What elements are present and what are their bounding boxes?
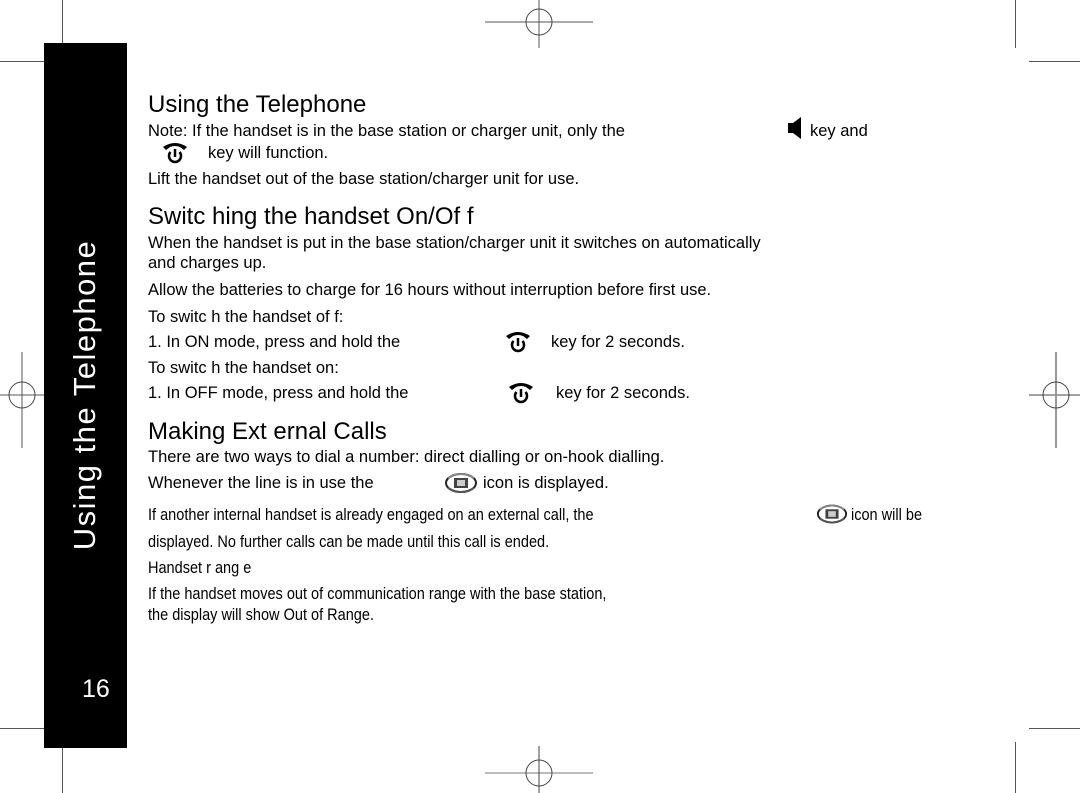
paragraph-tail: icon is displayed.	[483, 474, 609, 492]
lift-handset-text: Lift the handset out of the base station…	[148, 170, 580, 188]
crop-mark	[62, 0, 63, 48]
speaker-key-icon	[788, 117, 801, 139]
line-in-use-icon	[816, 504, 848, 524]
paragraph: the display will show Out of Range.	[148, 606, 374, 624]
registration-mark-left	[0, 352, 49, 448]
registration-mark-bottom	[485, 746, 593, 793]
page-number: 16	[82, 675, 110, 703]
paragraph: If the handset moves out of communicatio…	[148, 585, 607, 603]
end-call-power-key-icon	[509, 383, 533, 404]
crop-mark	[1029, 61, 1080, 62]
paragraph: If another internal handset is already e…	[148, 506, 594, 524]
note-text-key-function: key will function.	[208, 144, 329, 162]
note-text: Note: If the handset is in the base stat…	[148, 122, 625, 140]
crop-mark	[62, 743, 63, 793]
paragraph: When the handset is put in the base stat…	[148, 234, 761, 252]
crop-mark	[0, 61, 49, 62]
end-call-power-key-icon	[163, 143, 187, 164]
note-text-key-and: key and	[810, 122, 868, 140]
paragraph: There are two ways to dial a number: dir…	[148, 448, 665, 466]
paragraph: displayed. No further calls can be made …	[148, 533, 550, 551]
switch-on-label: To switc h the handset on:	[148, 359, 339, 377]
end-call-power-key-icon	[506, 332, 530, 353]
crop-mark	[1015, 0, 1016, 48]
paragraph: Allow the batteries to charge for 16 hou…	[148, 281, 712, 299]
crop-mark	[0, 728, 49, 729]
heading-external-calls: Making Ext ernal Calls	[148, 418, 387, 445]
paragraph: Whenever the line is in use the	[148, 474, 374, 492]
paragraph-tail: icon will be	[851, 506, 923, 524]
crop-mark	[1029, 728, 1080, 729]
switch-on-step: 1. In OFF mode, press and hold the	[148, 384, 409, 402]
switch-off-label: To switc h the handset of f:	[148, 308, 344, 326]
registration-mark-right	[1029, 352, 1080, 448]
handset-range-label: Handset r ang e	[148, 559, 252, 577]
chapter-title: Using the Telephone	[67, 239, 102, 551]
line-in-use-icon	[445, 473, 477, 493]
heading-using-telephone: Using the Telephone	[148, 91, 367, 118]
switch-off-step: 1. In ON mode, press and hold the	[148, 333, 401, 351]
heading-switching: Switc hing the handset On/Of f	[148, 203, 474, 230]
registration-mark-top	[485, 0, 593, 48]
crop-mark	[1015, 742, 1016, 793]
switch-off-step-tail: key for 2 seconds.	[551, 333, 685, 351]
switch-on-step-tail: key for 2 seconds.	[556, 384, 690, 402]
paragraph: and charges up.	[148, 254, 267, 272]
